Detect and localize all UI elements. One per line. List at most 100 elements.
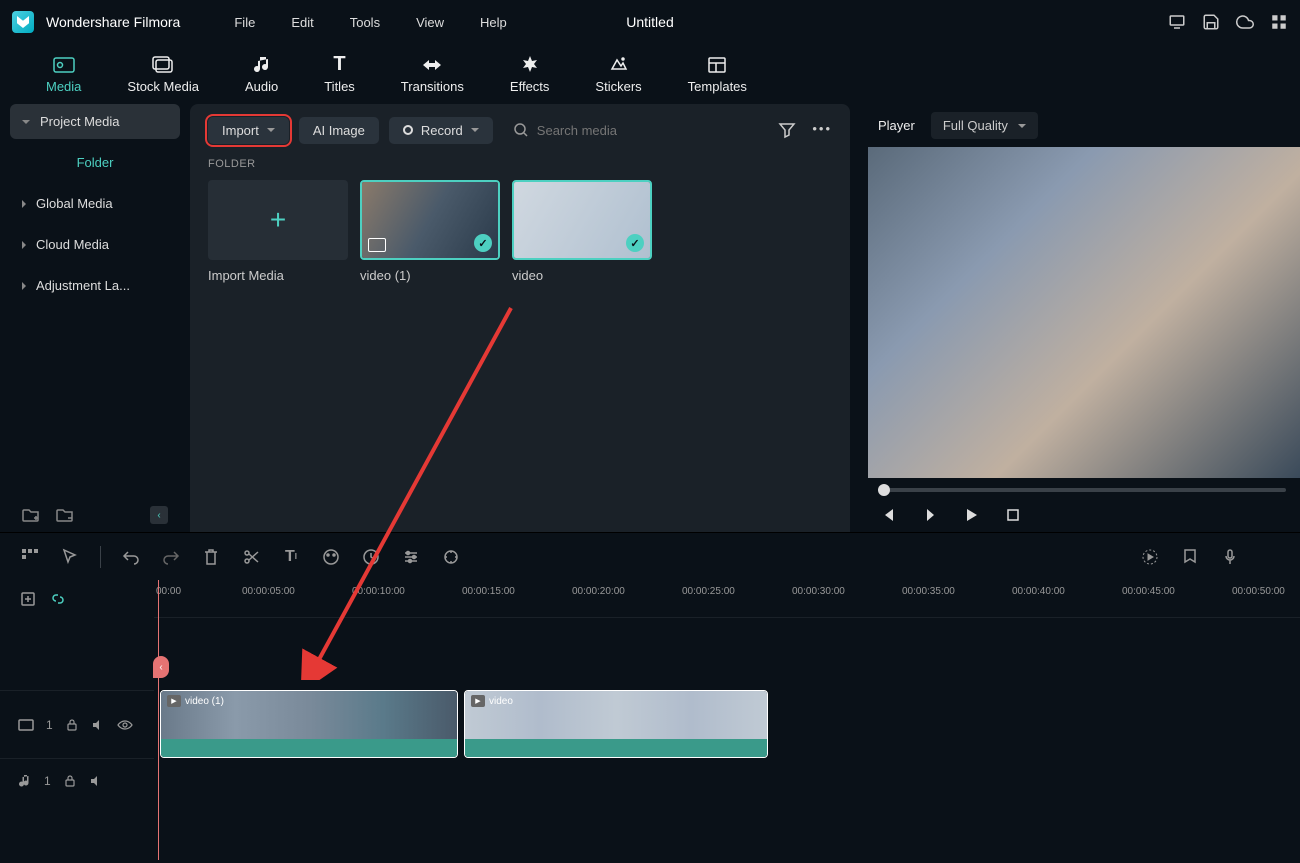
media-thumb-video2[interactable]: ✓: [512, 180, 652, 260]
media-card-video1[interactable]: ✓ video (1): [360, 180, 500, 283]
delete-icon[interactable]: [201, 547, 221, 567]
scrubber-handle[interactable]: [878, 484, 890, 496]
sidebar-cloud-media[interactable]: Cloud Media: [10, 227, 180, 262]
collapse-sidebar-button[interactable]: ‹: [150, 506, 168, 524]
link-icon[interactable]: [50, 591, 66, 607]
global-media-label: Global Media: [36, 196, 113, 211]
cut-icon[interactable]: [241, 547, 261, 567]
templates-icon: [705, 55, 729, 75]
transitions-icon: [420, 55, 444, 75]
tab-audio[interactable]: Audio: [237, 53, 286, 96]
tab-media[interactable]: Media: [38, 53, 89, 96]
ruler-tick: 00:00:45:00: [1122, 586, 1175, 597]
audio-track-icon[interactable]: [18, 773, 32, 789]
menu-file[interactable]: File: [216, 15, 273, 30]
caret-down-icon: [471, 128, 479, 132]
top-right-actions: [1168, 13, 1288, 31]
sidebar-folder[interactable]: Folder: [10, 145, 180, 180]
undo-icon[interactable]: [121, 547, 141, 567]
prev-frame-button[interactable]: [878, 506, 896, 524]
media-name-video2: video: [512, 268, 652, 283]
filter-icon[interactable]: [778, 121, 796, 139]
cloud-icon[interactable]: [1236, 13, 1254, 31]
ai-image-button[interactable]: AI Image: [299, 117, 379, 144]
sidebar-project-media[interactable]: Project Media: [10, 104, 180, 139]
save-icon[interactable]: [1202, 13, 1220, 31]
menu-edit[interactable]: Edit: [273, 15, 331, 30]
speed-icon[interactable]: [361, 547, 381, 567]
render-icon[interactable]: [1140, 547, 1160, 567]
text-tool-icon[interactable]: TI: [281, 547, 301, 567]
playhead-handle[interactable]: ‹: [153, 656, 169, 678]
menu-tools[interactable]: Tools: [332, 15, 398, 30]
search-input[interactable]: [537, 123, 753, 138]
adjust-icon[interactable]: [401, 547, 421, 567]
apps-icon[interactable]: [20, 547, 40, 567]
import-media-thumb[interactable]: +: [208, 180, 348, 260]
audio-mute-icon[interactable]: [89, 774, 103, 788]
import-media-card[interactable]: + Import Media: [208, 180, 348, 283]
step-back-button[interactable]: [920, 506, 938, 524]
tab-titles[interactable]: T Titles: [316, 53, 363, 96]
tab-templates[interactable]: Templates: [680, 53, 755, 96]
sidebar-adjustment-layer[interactable]: Adjustment La...: [10, 268, 180, 303]
ruler-tick: 00:00:50:00: [1232, 586, 1285, 597]
mic-icon[interactable]: [1220, 547, 1240, 567]
caret-down-icon: [267, 128, 275, 132]
play-button[interactable]: [962, 506, 980, 524]
record-button[interactable]: Record: [389, 117, 493, 144]
audio-lock-icon[interactable]: [63, 774, 77, 788]
timeline-track-headers: 1 1: [0, 580, 154, 860]
clip-label-1: ▶ video (1): [167, 695, 224, 707]
import-button[interactable]: Import: [208, 117, 289, 144]
timeline-right-actions: [1140, 547, 1280, 567]
tab-transitions[interactable]: Transitions: [393, 53, 472, 96]
more-icon[interactable]: •••: [812, 121, 832, 139]
menubar: Wondershare Filmora File Edit Tools View…: [0, 0, 1300, 44]
media-thumb-video1[interactable]: ✓: [360, 180, 500, 260]
video-visible-icon[interactable]: [117, 719, 133, 731]
color-icon[interactable]: [321, 547, 341, 567]
menu-view[interactable]: View: [398, 15, 462, 30]
audio-mixer-icon[interactable]: [1260, 547, 1280, 567]
cursor-tool-icon[interactable]: [60, 547, 80, 567]
preview-video-frame[interactable]: [868, 147, 1300, 478]
stickers-icon: [607, 55, 631, 75]
quality-dropdown[interactable]: Full Quality: [931, 112, 1038, 139]
plus-icon: +: [270, 204, 286, 236]
delete-folder-icon[interactable]: [56, 507, 74, 523]
new-folder-icon[interactable]: [22, 507, 40, 523]
grid-icon[interactable]: [1270, 13, 1288, 31]
tab-stock-media[interactable]: Stock Media: [119, 53, 207, 96]
redo-icon[interactable]: [161, 547, 181, 567]
add-track-icon[interactable]: [20, 591, 36, 607]
media-card-video2[interactable]: ✓ video: [512, 180, 652, 283]
marker-icon[interactable]: [1180, 547, 1200, 567]
stock-media-icon: [151, 55, 175, 75]
check-icon: ✓: [474, 234, 492, 252]
video-mute-icon[interactable]: [91, 718, 105, 732]
scrubber-track[interactable]: [878, 488, 1286, 492]
video-track-icon[interactable]: [18, 718, 34, 732]
play-badge-icon: ▶: [471, 695, 485, 707]
timeline-toolbar: TI: [0, 532, 1300, 580]
app-title: Wondershare Filmora: [46, 14, 180, 30]
tab-effects[interactable]: Effects: [502, 53, 558, 96]
tab-stickers[interactable]: Stickers: [587, 53, 649, 96]
stop-button[interactable]: [1004, 506, 1022, 524]
video-lock-icon[interactable]: [65, 718, 79, 732]
timeline-clip-2[interactable]: ▶ video: [464, 690, 768, 758]
monitor-icon[interactable]: [1168, 13, 1186, 31]
menu-help[interactable]: Help: [462, 15, 525, 30]
ai-image-label: AI Image: [313, 123, 365, 138]
effects-icon: [518, 55, 542, 75]
timeline-content[interactable]: ‹ 00:00 00:00:05:00 00:00:10:00 00:00:15…: [154, 580, 1300, 860]
playhead-line[interactable]: [158, 580, 159, 860]
preview-header: Player Full Quality: [864, 104, 1300, 147]
caret-right-icon: [22, 241, 26, 249]
timeline-clip-1[interactable]: ▶ video (1): [160, 690, 458, 758]
ruler-tick: 00:00:15:00: [462, 586, 515, 597]
special-icon[interactable]: [441, 547, 461, 567]
timeline-ruler[interactable]: 00:00 00:00:05:00 00:00:10:00 00:00:15:0…: [154, 580, 1300, 618]
sidebar-global-media[interactable]: Global Media: [10, 186, 180, 221]
